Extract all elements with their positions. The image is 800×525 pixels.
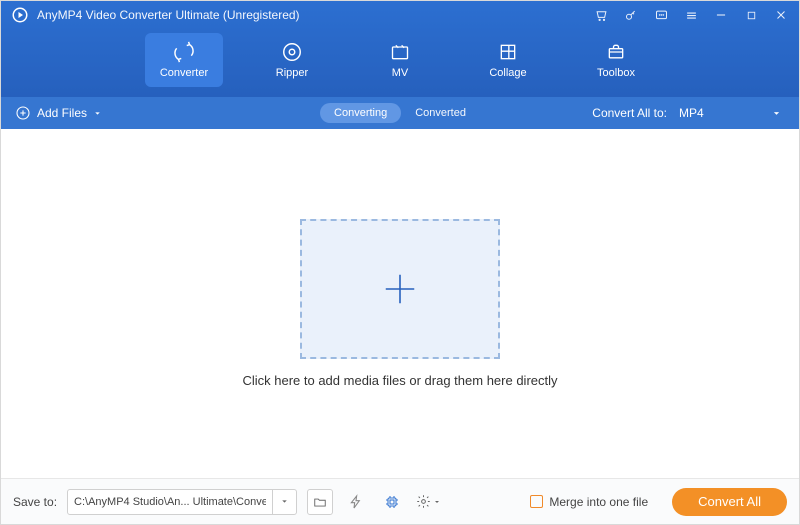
save-path-dropdown[interactable]: [272, 490, 296, 514]
convert-all-button[interactable]: Convert All: [672, 488, 787, 516]
tab-converting[interactable]: Converting: [320, 103, 401, 123]
format-select[interactable]: MP4: [675, 104, 785, 122]
bolt-off-icon: [348, 494, 364, 510]
gpu-button[interactable]: [379, 489, 405, 515]
chevron-down-icon: [433, 498, 441, 506]
add-files-button[interactable]: Add Files: [15, 105, 102, 121]
nav-converter[interactable]: Converter: [145, 33, 223, 87]
merge-label: Merge into one file: [549, 495, 648, 509]
main-nav: Converter Ripper MV Collage Toolbox: [1, 29, 799, 97]
chevron-down-icon: [772, 109, 781, 118]
key-icon[interactable]: [623, 7, 639, 23]
app-title: AnyMP4 Video Converter Ultimate (Unregis…: [37, 8, 593, 22]
content-area: Click here to add media files or drag th…: [1, 129, 799, 478]
settings-button[interactable]: [415, 489, 441, 515]
save-path-field: [67, 489, 297, 515]
hardware-accel-button[interactable]: [343, 489, 369, 515]
checkbox-icon: [530, 495, 543, 508]
app-header: AnyMP4 Video Converter Ultimate (Unregis…: [1, 1, 799, 97]
merge-checkbox[interactable]: Merge into one file: [530, 495, 648, 509]
app-logo-icon: [11, 6, 29, 24]
window-controls: [593, 7, 789, 23]
footer-bar: Save to: Merge into one file Convert All: [1, 478, 799, 524]
converter-icon: [171, 41, 197, 63]
tab-converted[interactable]: Converted: [401, 103, 480, 123]
nav-label: Converter: [160, 67, 208, 79]
minimize-button[interactable]: [713, 7, 729, 23]
cart-icon[interactable]: [593, 7, 609, 23]
feedback-icon[interactable]: [653, 7, 669, 23]
chevron-down-icon: [93, 109, 102, 118]
plus-icon: [381, 270, 419, 308]
folder-icon: [313, 495, 327, 509]
nav-label: MV: [392, 67, 409, 79]
convert-all-label: Convert All to:: [592, 106, 667, 120]
sub-toolbar: Add Files Converting Converted Convert A…: [1, 97, 799, 129]
nav-label: Ripper: [276, 67, 308, 79]
save-to-label: Save to:: [13, 495, 57, 509]
convert-all-to: Convert All to: MP4: [592, 104, 785, 122]
dropzone-hint: Click here to add media files or drag th…: [242, 373, 557, 388]
add-files-label: Add Files: [37, 106, 87, 120]
gear-icon: [416, 494, 431, 509]
chip-icon: [384, 494, 400, 510]
dropzone[interactable]: [300, 219, 500, 359]
toolbox-icon: [603, 41, 629, 63]
mv-icon: [387, 41, 413, 63]
collage-icon: [495, 41, 521, 63]
nav-toolbox[interactable]: Toolbox: [577, 33, 655, 87]
format-value: MP4: [679, 106, 704, 120]
close-button[interactable]: [773, 7, 789, 23]
nav-label: Toolbox: [597, 67, 635, 79]
status-tabs: Converting Converted: [320, 103, 480, 123]
menu-icon[interactable]: [683, 7, 699, 23]
nav-label: Collage: [489, 67, 526, 79]
open-folder-button[interactable]: [307, 489, 333, 515]
nav-mv[interactable]: MV: [361, 33, 439, 87]
titlebar: AnyMP4 Video Converter Ultimate (Unregis…: [1, 1, 799, 29]
nav-collage[interactable]: Collage: [469, 33, 547, 87]
save-path-input[interactable]: [68, 496, 272, 508]
nav-ripper[interactable]: Ripper: [253, 33, 331, 87]
maximize-button[interactable]: [743, 7, 759, 23]
chevron-down-icon: [280, 497, 289, 506]
plus-circle-icon: [15, 105, 31, 121]
ripper-icon: [279, 41, 305, 63]
